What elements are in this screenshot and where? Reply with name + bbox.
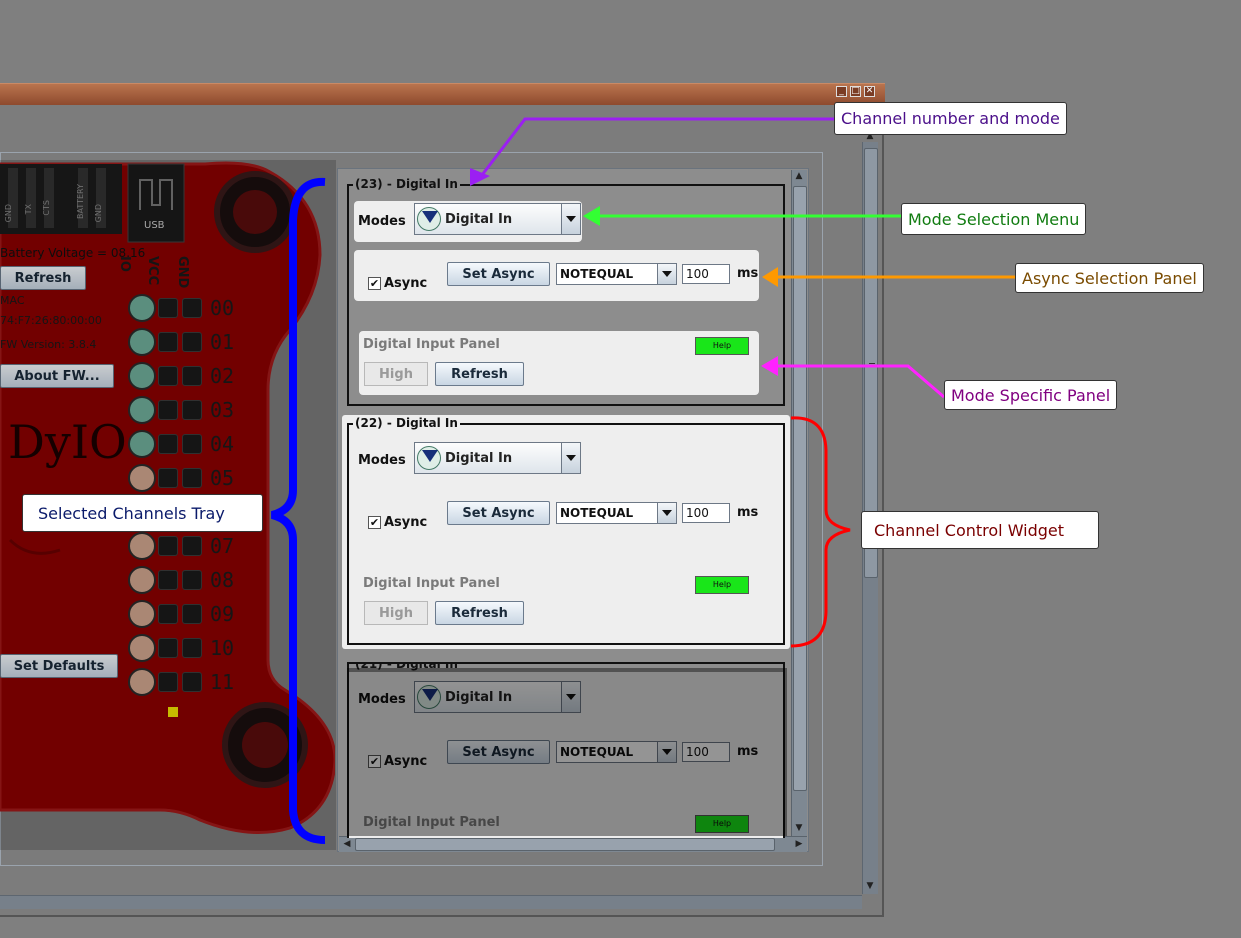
annotation-selected-channels-tray: Selected Channels Tray <box>22 494 263 532</box>
annotation-channel-control-widget: Channel Control Widget <box>861 511 1099 549</box>
annotation-layer <box>270 117 1016 844</box>
annotation-channel-number-mode: Channel number and mode <box>834 102 1067 135</box>
annotation-async-selection-panel: Async Selection Panel <box>1015 263 1204 293</box>
annotation-mode-selection-menu: Mode Selection Menu <box>901 203 1087 235</box>
annotation-mode-specific-panel: Mode Specific Panel <box>944 380 1118 410</box>
